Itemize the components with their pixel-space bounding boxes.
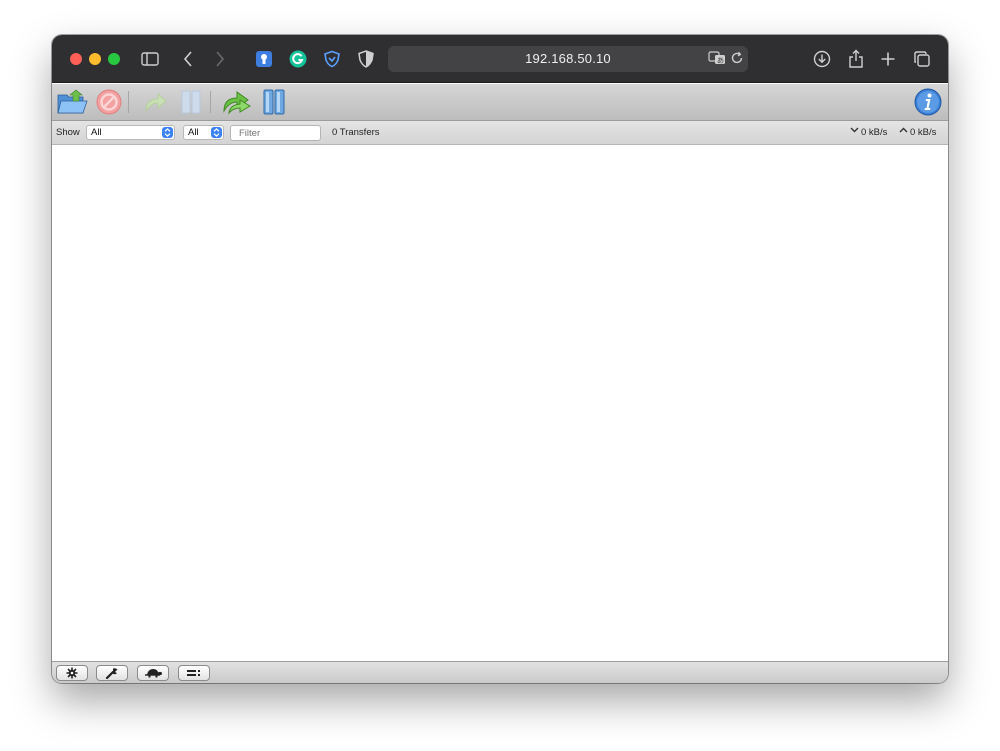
settings-button[interactable]: [56, 665, 88, 681]
info-icon: [914, 88, 942, 116]
url-text: 192.168.50.10: [525, 51, 611, 66]
filter-input[interactable]: [230, 125, 321, 141]
remove-icon: [96, 89, 122, 115]
sidebar-icon[interactable]: [140, 49, 160, 69]
svg-text:あ: あ: [717, 57, 724, 65]
filter-bar: Show All All 0 Transfers 0 kB/s 0 kB/s: [52, 121, 948, 145]
reload-icon[interactable]: [730, 51, 744, 70]
close-window-button[interactable]: [70, 53, 82, 65]
minimize-window-button[interactable]: [89, 53, 101, 65]
download-speed-icon: [850, 126, 859, 137]
wrench-icon: [105, 668, 118, 679]
privacy-shield-icon[interactable]: [322, 49, 342, 69]
back-icon[interactable]: [178, 49, 198, 69]
download-speed: 0 kB/s: [861, 127, 888, 138]
upload-speed: 0 kB/s: [910, 127, 937, 138]
browser-titlebar: 192.168.50.10 あ: [52, 35, 948, 83]
bitwarden-icon[interactable]: [254, 49, 274, 69]
start-torrent-button[interactable]: [140, 87, 170, 117]
tab-overview-icon[interactable]: [912, 49, 932, 69]
bottom-toolbar: [52, 661, 948, 683]
transfers-count: 0 Transfers: [332, 127, 380, 138]
select-arrows-icon: [211, 127, 222, 138]
turtle-mode-button[interactable]: [137, 665, 169, 681]
select-arrows-icon: [162, 127, 173, 138]
open-torrent-button[interactable]: [56, 87, 88, 117]
forward-icon[interactable]: [210, 49, 230, 69]
show-label: Show: [56, 127, 80, 138]
address-bar[interactable]: 192.168.50.10 あ: [388, 46, 748, 72]
new-tab-icon[interactable]: [878, 49, 898, 69]
maximize-window-button[interactable]: [108, 53, 120, 65]
download-icon[interactable]: [812, 49, 832, 69]
status-filter-select[interactable]: All: [86, 125, 175, 140]
tracker-filter-select[interactable]: All: [183, 125, 224, 140]
pause-icon: [181, 90, 201, 114]
gear-icon: [66, 667, 78, 679]
browser-window: 192.168.50.10 あ Show All All Filter 0 Tr…: [52, 35, 948, 683]
folder-open-icon: [57, 89, 88, 114]
resume-all-icon: [223, 91, 251, 115]
inspector-button[interactable]: [913, 87, 943, 117]
status-filter-value: All: [91, 127, 102, 138]
app-toolbar: [52, 84, 948, 121]
toolbar-separator: [128, 91, 129, 113]
pause-torrent-button[interactable]: [176, 87, 206, 117]
torrent-list[interactable]: [52, 146, 948, 661]
compact-view-button[interactable]: [178, 665, 210, 681]
upload-speed-icon: [899, 126, 908, 137]
pause-all-button[interactable]: [259, 87, 289, 117]
preferences-button[interactable]: [96, 665, 128, 681]
start-all-button[interactable]: [221, 87, 251, 117]
tracker-filter-value: All: [188, 127, 199, 138]
toolbar-separator: [210, 91, 211, 113]
grammarly-icon[interactable]: [288, 49, 308, 69]
remove-torrent-button[interactable]: [94, 87, 124, 117]
resume-arrow-icon: [145, 92, 167, 113]
share-icon[interactable]: [846, 49, 866, 69]
privacy-report-icon[interactable]: [356, 49, 376, 69]
list-view-icon: [187, 670, 200, 676]
turtle-icon: [145, 669, 162, 678]
translate-icon[interactable]: あ: [708, 51, 726, 70]
pause-all-icon: [263, 89, 285, 115]
